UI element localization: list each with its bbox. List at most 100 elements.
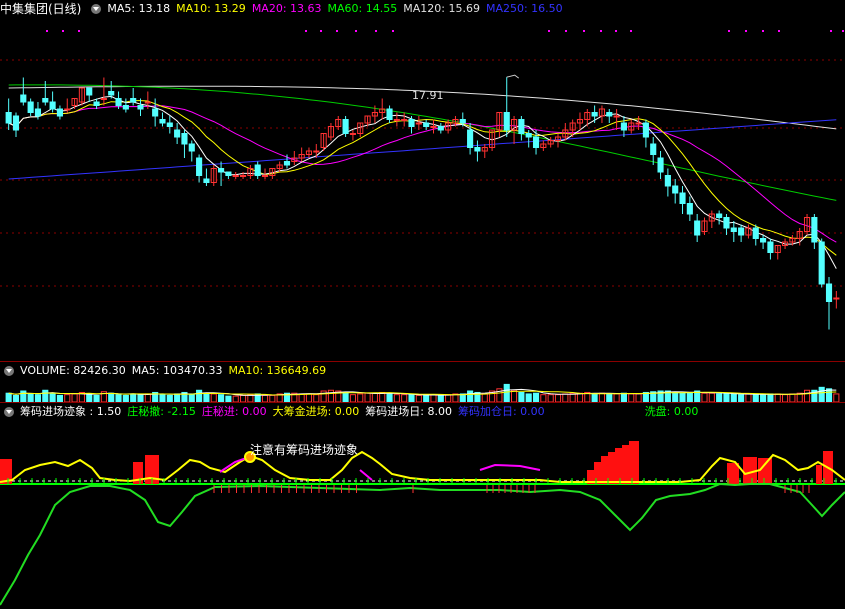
chip-entry-block xyxy=(816,465,822,484)
volume-bar xyxy=(159,394,166,403)
collapse-icon[interactable] xyxy=(91,4,102,14)
volume-bar xyxy=(760,394,767,403)
peak-price-label: 17.91 xyxy=(412,89,444,102)
volume-bar xyxy=(130,393,137,403)
candle-body xyxy=(591,112,598,117)
volume-bar xyxy=(825,388,833,403)
candle-body xyxy=(130,98,137,103)
volume-bar xyxy=(108,392,115,403)
candle-body xyxy=(833,297,840,300)
volume-bar xyxy=(745,393,752,403)
candle-body xyxy=(532,136,540,148)
candle-body xyxy=(686,203,693,215)
candle-body xyxy=(254,164,261,176)
collapse-icon[interactable] xyxy=(4,407,14,417)
ma60-label: MA60: 14.55 xyxy=(327,2,398,15)
candle-body xyxy=(474,147,481,152)
candle-body xyxy=(261,175,269,177)
volume-bar xyxy=(174,393,181,403)
candle-body xyxy=(93,101,100,106)
volume-bar xyxy=(357,393,364,403)
volume-bar xyxy=(122,394,129,403)
volume-bar xyxy=(20,390,27,403)
price-header: 中集集团(日线) MA5: 13.18 MA10: 13.29 MA20: 13… xyxy=(0,1,569,17)
ma120-label: MA120: 15.69 xyxy=(403,2,480,15)
volume-bar xyxy=(562,393,569,403)
volume-ma5-label: MA5: 103470.33 xyxy=(131,364,223,377)
candle-body xyxy=(137,105,144,110)
candle-body xyxy=(752,227,759,239)
candle-body xyxy=(606,112,613,117)
volume-bar xyxy=(532,392,540,403)
volume-bar xyxy=(71,393,78,403)
ma5-line xyxy=(8,95,837,269)
candle-body xyxy=(423,122,430,127)
volume-bar xyxy=(628,393,635,403)
volume-bar xyxy=(430,394,437,403)
candle-body xyxy=(159,119,166,124)
ma5-label: MA5: 13.18 xyxy=(107,2,171,15)
ind-label-6: 洗盘: 0.00 xyxy=(644,405,699,418)
candle-body xyxy=(108,91,115,96)
ma250-label: MA250: 16.50 xyxy=(485,2,563,15)
signal-dot xyxy=(336,30,338,32)
candle-body xyxy=(620,122,627,131)
candle-body xyxy=(115,98,122,106)
volume-bar xyxy=(210,393,217,403)
signal-dot xyxy=(830,30,832,32)
volume-bar xyxy=(708,392,715,403)
volume-bar xyxy=(93,394,100,403)
volume-bar xyxy=(12,394,20,403)
volume-bar xyxy=(196,389,203,403)
volume-bar xyxy=(305,393,313,403)
signal-dot xyxy=(392,30,394,32)
volume-bar xyxy=(34,394,42,403)
volume-bar xyxy=(635,393,642,403)
volume-bar xyxy=(767,393,774,403)
volume-bar xyxy=(371,392,378,403)
signal-dot xyxy=(728,30,730,32)
candle-body xyxy=(730,227,737,232)
volume-bar xyxy=(518,391,525,403)
volume-bar xyxy=(166,394,173,403)
signal-dot xyxy=(600,30,602,32)
candle-body xyxy=(437,126,444,131)
volume-bar xyxy=(752,394,759,403)
volume-bar xyxy=(503,383,510,403)
volume-bar xyxy=(789,393,796,403)
volume-bar xyxy=(42,389,49,403)
candle-body xyxy=(239,175,247,177)
volume-bar xyxy=(203,392,210,403)
panel-divider xyxy=(0,361,845,362)
candle-body xyxy=(64,108,71,111)
signal-dot xyxy=(548,30,550,32)
chip-entry-block xyxy=(622,445,630,484)
volume-bar xyxy=(115,394,122,403)
candle-body xyxy=(716,213,723,218)
candle-body xyxy=(650,143,657,155)
volume-bar xyxy=(803,389,811,403)
signal-dot xyxy=(355,30,357,32)
volume-bar xyxy=(56,394,63,403)
collapse-icon[interactable] xyxy=(4,366,14,376)
volume-bar xyxy=(445,394,452,403)
candle-body xyxy=(825,283,833,302)
candle-body xyxy=(760,238,767,243)
volume-bar xyxy=(701,392,708,403)
candle-body xyxy=(401,119,408,121)
volume-bar xyxy=(269,394,276,403)
candle-body xyxy=(313,150,320,153)
volume-bar xyxy=(679,392,686,403)
chip-entry-block xyxy=(594,462,602,484)
candle-body xyxy=(657,157,664,173)
volume-bar xyxy=(606,393,613,403)
candle-body xyxy=(642,122,649,138)
volume-bar xyxy=(833,393,840,403)
signal-dot xyxy=(630,30,632,32)
ind-label-2: 庄秘进: 0.00 xyxy=(201,405,267,418)
candle-body xyxy=(408,119,415,127)
chip-entry-block xyxy=(615,448,623,484)
signal-dot xyxy=(78,30,80,32)
volume-bar xyxy=(5,392,12,403)
signal-dot xyxy=(565,30,567,32)
